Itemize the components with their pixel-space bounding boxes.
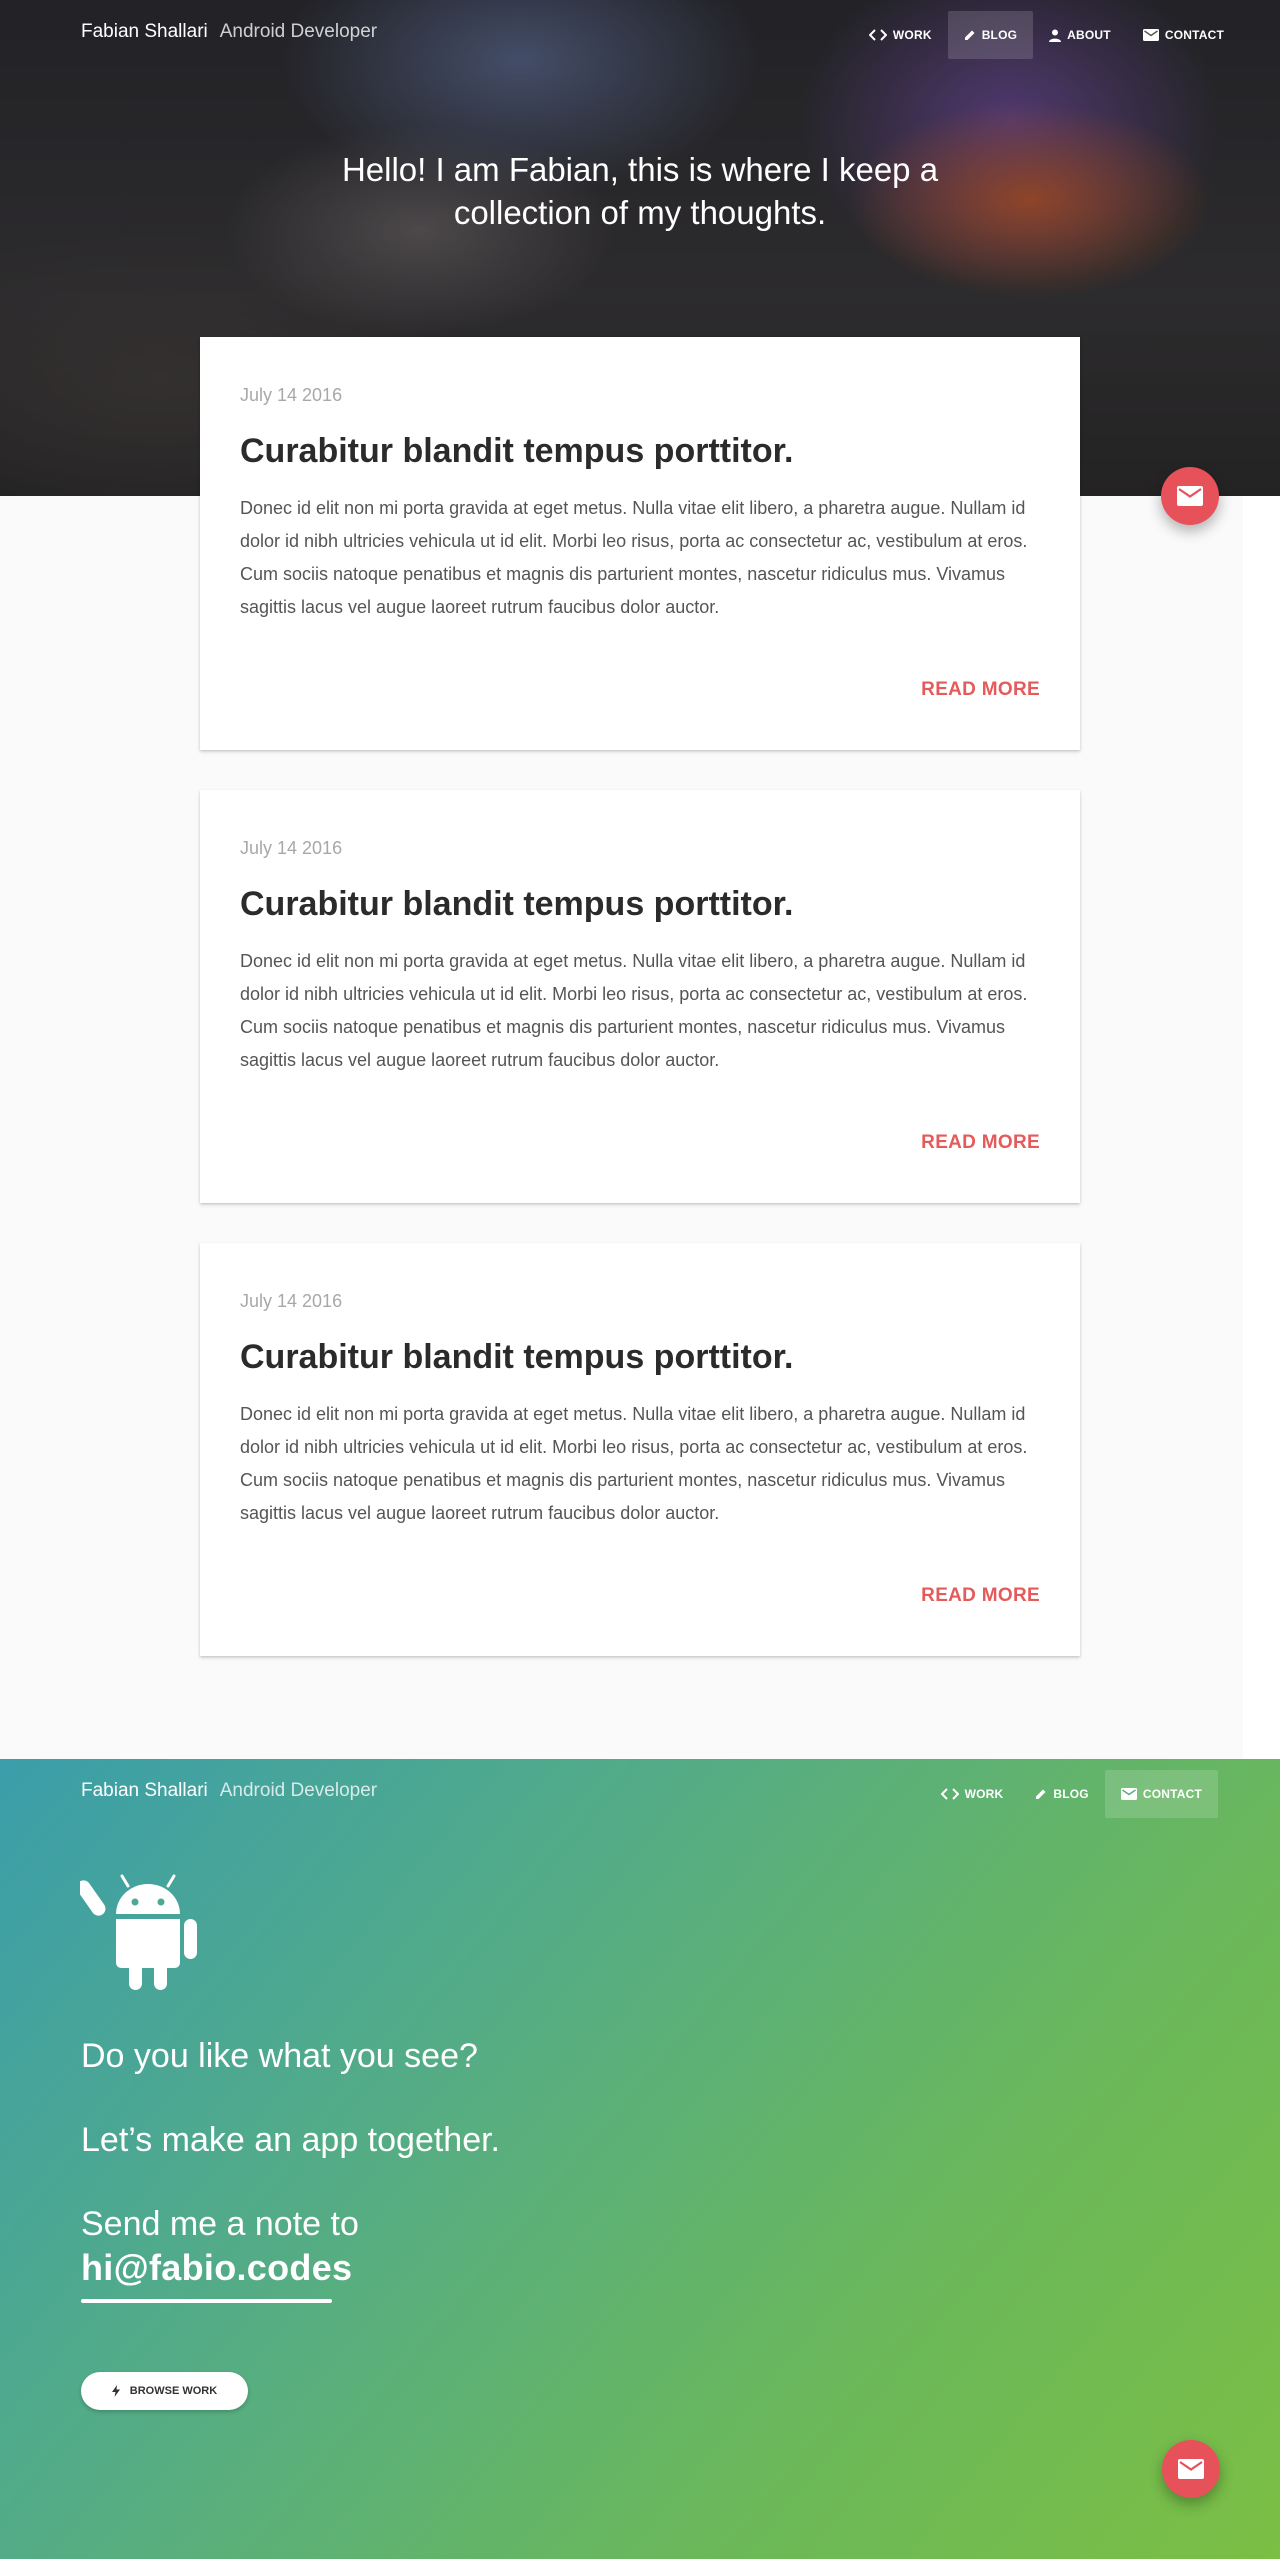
footer-question: Do you like what you see? [81, 2037, 478, 2075]
right-gutter [1243, 496, 1280, 1759]
browse-work-button[interactable]: BROWSE WORK [81, 2372, 248, 2410]
nav-item-contact[interactable]: CONTACT [1127, 11, 1240, 59]
footer-nav-item-contact[interactable]: CONTACT [1104, 1770, 1218, 1818]
email-underline [81, 2299, 332, 2303]
code-icon [868, 29, 887, 41]
post-card: July 14 2016 Curabitur blandit tempus po… [200, 1243, 1080, 1656]
contact-fab[interactable] [1161, 467, 1219, 525]
person-icon [1049, 29, 1062, 42]
post-title[interactable]: Curabitur blandit tempus porttitor. [240, 885, 793, 924]
mail-icon [1120, 1788, 1137, 1800]
top-navigation-bar: Fabian Shallari Android Developer WORK BL… [0, 0, 1280, 70]
brand-subtitle: Android Developer [219, 21, 378, 42]
hero-title: Hello! I am Fabian, this is where I keep… [0, 148, 1280, 234]
read-more-button[interactable]: READ MORE [921, 1585, 1040, 1607]
mail-icon [1178, 2459, 1204, 2479]
post-excerpt: Donec id elit non mi porta gravida at eg… [240, 951, 1028, 1070]
post-date: July 14 2016 [240, 838, 343, 858]
footer-nav-label-work: WORK [964, 1787, 1004, 1801]
post-date: July 14 2016 [240, 385, 343, 405]
contact-email-link[interactable]: hi@fabio.codes [81, 2247, 352, 2289]
read-more-button[interactable]: READ MORE [921, 1132, 1040, 1154]
footer-contact-fab[interactable] [1162, 2440, 1220, 2498]
nav-item-about[interactable]: ABOUT [1033, 11, 1127, 59]
hero-title-line-2: collection of my thoughts. [453, 194, 827, 231]
pencil-icon [964, 29, 976, 41]
nav-label-about: ABOUT [1067, 28, 1111, 42]
footer-note-label: Send me a note to [81, 2205, 359, 2243]
post-title[interactable]: Curabitur blandit tempus porttitor. [240, 432, 793, 471]
pencil-icon [1035, 1788, 1047, 1800]
nav-label-blog: BLOG [981, 28, 1018, 42]
nav-label-contact: CONTACT [1164, 28, 1224, 42]
nav-item-blog[interactable]: BLOG [947, 11, 1034, 59]
footer-nav: WORK BLOG CONTACT [925, 1770, 1218, 1818]
post-date: July 14 2016 [240, 1291, 343, 1311]
footer-nav-item-work[interactable]: WORK [925, 1770, 1020, 1818]
footer-nav-label-contact: CONTACT [1142, 1787, 1202, 1801]
brand-name: Fabian Shallari [81, 21, 208, 42]
mail-icon [1142, 29, 1159, 41]
post-card: July 14 2016 Curabitur blandit tempus po… [200, 337, 1080, 750]
footer-brand[interactable]: Fabian Shallari Android Developer [81, 1780, 377, 1802]
nav-label-work: WORK [892, 28, 932, 42]
read-more-button[interactable]: READ MORE [921, 679, 1040, 701]
hero-title-line-1: Hello! I am Fabian, this is where I keep… [341, 151, 939, 188]
post-excerpt: Donec id elit non mi porta gravida at eg… [240, 1404, 1028, 1523]
android-icon [76, 1872, 210, 1997]
nav-item-work[interactable]: WORK [853, 11, 948, 59]
post-card: July 14 2016 Curabitur blandit tempus po… [200, 790, 1080, 1203]
main-nav: WORK BLOG ABOUT CONTACT [853, 11, 1240, 59]
lightning-icon [111, 2385, 120, 2397]
footer-brand-name: Fabian Shallari [81, 1780, 208, 1801]
mail-icon [1177, 486, 1203, 506]
brand[interactable]: Fabian Shallari Android Developer [81, 21, 377, 43]
post-title[interactable]: Curabitur blandit tempus porttitor. [240, 1338, 793, 1377]
footer-section: Fabian Shallari Android Developer WORK BL… [0, 1759, 1280, 2559]
code-icon [940, 1788, 959, 1800]
post-excerpt: Donec id elit non mi porta gravida at eg… [240, 498, 1028, 617]
footer-invite: Let’s make an app together. [81, 2121, 501, 2159]
footer-brand-subtitle: Android Developer [219, 1780, 378, 1801]
footer-nav-item-blog[interactable]: BLOG [1019, 1770, 1104, 1818]
footer-nav-label-blog: BLOG [1053, 1787, 1089, 1801]
browse-work-label: BROWSE WORK [129, 2385, 218, 2397]
